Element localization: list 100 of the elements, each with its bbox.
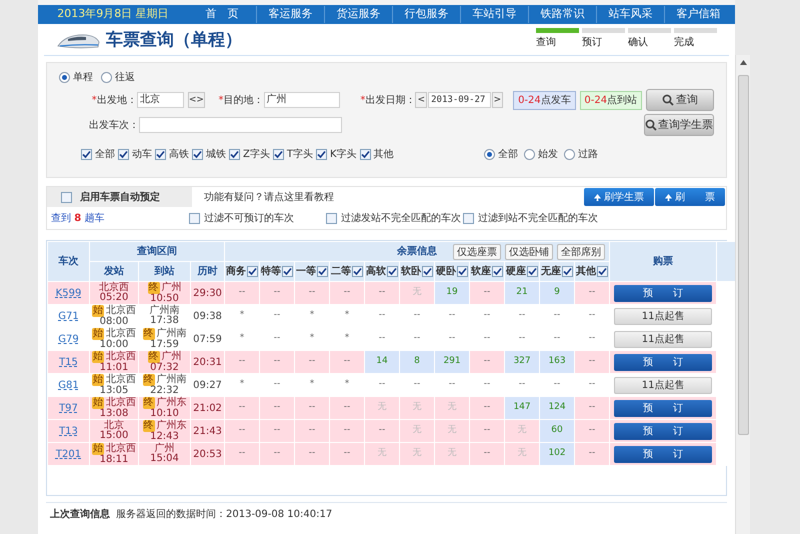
seat-cell: 14 [364, 350, 400, 374]
nav-link[interactable]: 客运服务 [256, 6, 324, 23]
station-name: 北京西 [106, 352, 136, 362]
checkbox-label: Z字头 [243, 148, 270, 162]
help-link[interactable]: 功能有疑问？请点这里看教程 [204, 190, 334, 204]
to-field[interactable]: 广州 [264, 92, 340, 108]
search-icon [645, 119, 657, 131]
checkbox[interactable] [597, 266, 608, 277]
radio-button[interactable] [524, 148, 535, 160]
checkbox[interactable] [562, 266, 574, 277]
checkbox-label: 动车 [132, 148, 152, 162]
checkbox[interactable] [387, 266, 398, 277]
checkbox[interactable] [492, 266, 504, 277]
presale-button[interactable]: 11点起售 [614, 376, 712, 394]
nav-link[interactable]: 货运服务 [324, 6, 392, 23]
presale-button[interactable]: 11点起售 [614, 308, 712, 324]
radio-button[interactable] [484, 148, 495, 160]
checkbox-label: 启用车票自动预定 [80, 190, 160, 204]
nav-link[interactable]: 首 页 [188, 6, 256, 23]
checkbox[interactable] [360, 148, 371, 160]
refresh-button[interactable]: 刷学生票 [584, 188, 654, 206]
nav-link[interactable]: 站车风采 [596, 6, 664, 23]
checkbox[interactable] [61, 192, 72, 202]
time-text: 17:59 [150, 339, 179, 350]
arrive-time-select[interactable]: 0-24点到站 [580, 90, 642, 110]
refresh-button[interactable]: 刷 票 [655, 188, 725, 206]
checkbox[interactable] [463, 212, 474, 224]
checkbox[interactable] [192, 148, 203, 160]
book-button[interactable]: 预 订 [614, 446, 712, 462]
student-search-button[interactable]: 查询学生票 [644, 114, 714, 136]
radio-label: 全部 [498, 148, 518, 162]
seat-filter-button[interactable]: 仅选卧铺 [505, 244, 554, 260]
train-number-field[interactable] [139, 117, 342, 133]
checkbox[interactable] [81, 148, 92, 160]
prev-date-button[interactable]: < [415, 92, 428, 108]
next-date-button[interactable]: > [492, 92, 504, 108]
seat-cell: 124 [540, 396, 575, 420]
checkbox[interactable] [189, 212, 200, 224]
radio-button[interactable] [564, 148, 575, 160]
checkbox[interactable] [316, 148, 327, 160]
checkbox[interactable] [326, 212, 337, 224]
nav-link[interactable]: 车站引导 [460, 6, 528, 23]
from-field[interactable]: 北京 [136, 92, 184, 108]
column-header: 硬座 [506, 264, 526, 279]
checkbox-label: 城铁 [206, 148, 226, 162]
seat-cell: -- [260, 442, 295, 466]
step-label: 确认 [628, 36, 649, 50]
checkbox[interactable] [247, 266, 258, 277]
checkbox[interactable] [118, 148, 129, 160]
checkbox-label: K字头 [330, 148, 357, 162]
depart-time-select[interactable]: 0-24点发车 [513, 90, 576, 110]
seat-cell: -- [470, 442, 505, 466]
time-text: 07:32 [150, 362, 179, 373]
result-count: 查到 8 趟车 [51, 212, 106, 226]
search-icon [662, 94, 674, 106]
column-header: 特等 [261, 264, 282, 279]
radio-label: 单程 [73, 70, 93, 84]
checkbox[interactable] [422, 266, 434, 277]
checkbox[interactable] [272, 148, 284, 160]
seat-cell: 无 [434, 442, 470, 466]
seat-cell: -- [574, 442, 610, 466]
checkbox[interactable] [282, 266, 294, 277]
checkbox-label: 过滤发站不完全匹配的车次 [341, 212, 461, 226]
station-name: 北京西 [106, 329, 136, 339]
column-header: 余票信息 [397, 244, 438, 259]
presale-button[interactable]: 11点起售 [614, 330, 712, 348]
book-button[interactable]: 预 订 [614, 422, 712, 440]
checkbox[interactable] [527, 266, 538, 277]
checkbox[interactable] [317, 266, 328, 277]
swap-button[interactable]: <> [188, 92, 206, 108]
search-button[interactable]: 查询 [646, 89, 714, 111]
seat-filter-button[interactable]: 全部席别 [557, 244, 606, 260]
time-text: 17:38 [150, 315, 179, 326]
field-label: 出发车次： [88, 118, 139, 132]
radio-button[interactable] [101, 72, 112, 82]
seat-filter-button[interactable]: 仅选座票 [453, 244, 502, 260]
seat-cell: 21 [504, 282, 540, 304]
book-button[interactable]: 预 订 [614, 354, 712, 370]
nav-link[interactable]: 行包服务 [392, 6, 460, 23]
scrollbar[interactable] [735, 55, 750, 534]
scroll-up-icon[interactable] [740, 60, 746, 65]
book-button[interactable]: 预 订 [614, 284, 712, 302]
station-badge: 始 [92, 443, 104, 455]
nav-link[interactable]: 铁路常识 [528, 6, 596, 23]
column-header: 高软 [366, 264, 386, 279]
station-badge: 终 [148, 351, 160, 363]
column-header: 查询区间 [90, 242, 225, 262]
checkbox[interactable] [155, 148, 166, 160]
checkbox[interactable] [352, 266, 364, 277]
checkbox[interactable] [457, 266, 468, 277]
date-field[interactable]: 2013-09-27 [428, 92, 491, 108]
seat-cell: 163 [540, 350, 575, 374]
book-button[interactable]: 预 订 [614, 400, 712, 416]
seat-cell: 8 [400, 350, 435, 374]
checkbox[interactable] [229, 148, 240, 160]
station-name: 北京西 [106, 444, 136, 454]
nav-link[interactable]: 客户信箱 [664, 6, 732, 23]
station-badge: 终 [148, 282, 160, 294]
time-text: 11:01 [100, 362, 128, 373]
radio-button[interactable] [59, 72, 70, 82]
